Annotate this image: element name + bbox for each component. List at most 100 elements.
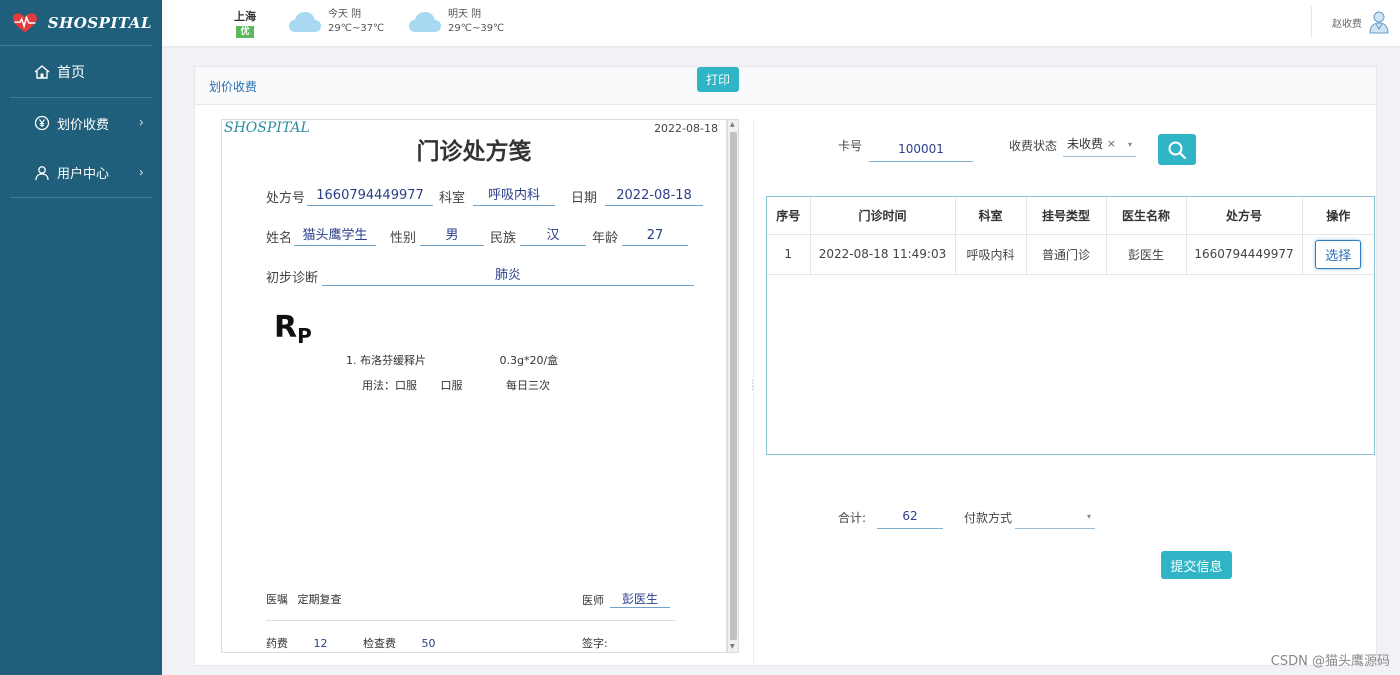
prescription-paper: SHOSPITAL 2022-08-18 门诊处方笺 处方号 166079444… [221,119,727,653]
col-doctor: 医生名称 [1106,197,1187,235]
logo[interactable]: SHOSPITAL [0,0,152,46]
prescription-scrollbar[interactable]: ▲ ▼ [727,119,739,653]
search-button[interactable] [1158,134,1196,165]
sidebar-item-user-center[interactable]: 用户中心 › [10,148,152,198]
top-header: 上海 优 今天 阴 29℃~37℃ 明天 阴 29℃~39℃ 赵收费 [162,0,1400,46]
sidebar-item-label: 首页 [57,64,85,81]
col-visit-time: 门诊时间 [810,197,956,235]
advice-value: 定期复查 [297,593,342,606]
rp-symbol: RP [274,310,312,348]
footer-divider [266,620,676,621]
user-name: 赵收费 [1332,18,1362,30]
chevron-down-icon: ▾ [1127,140,1132,149]
weather-today: 今天 阴 29℃~37℃ [288,8,384,36]
cell-dept: 呼吸内科 [955,234,1027,275]
status-select[interactable]: 未收费 × ▾ [1063,133,1136,157]
col-reg-type: 挂号类型 [1026,197,1107,235]
rx-no-label: 处方号 [266,191,306,206]
col-no: 序号 [767,197,811,235]
total-label: 合计: [838,511,867,525]
today-temp: 29℃~37℃ [328,23,385,34]
scroll-up-icon[interactable]: ▲ [730,121,735,129]
scroll-thumb[interactable] [730,132,737,640]
tomorrow-temp: 29℃~39℃ [448,23,505,34]
select-button[interactable]: 选择 [1315,239,1362,269]
yen-circle-icon [34,115,50,131]
billing-panel: 划价收费 打印 SHOSPITAL 2022-08-18 门诊处方笺 处方号 1… [194,66,1377,666]
status-value: 未收费 [1067,137,1104,151]
submit-button[interactable]: 提交信息 [1161,551,1232,579]
user-icon [35,165,49,180]
doctor-label: 医师 [582,594,604,607]
table-header-row: 序号 门诊时间 科室 挂号类型 医生名称 处方号 操作 [767,197,1374,235]
cell-action: 选择 [1302,234,1374,275]
cell-visit-time: 2022-08-18 11:49:03 [810,234,956,275]
aqi-badge: 优 [236,26,254,38]
usage-line: 用法：口服 口服 每日三次 [362,377,550,393]
search-icon [1168,141,1187,159]
advice-row: 医嘱 定期复查 [266,591,342,607]
user-menu[interactable]: 赵收费 [1311,6,1400,38]
signature-row: 签字: [582,635,608,651]
panel-header: 划价收费 打印 [195,67,1376,105]
drag-handle-icon[interactable]: ⋮ ⋮ [748,380,757,407]
cell-reg-type: 普通门诊 [1026,234,1107,275]
prescription-row-3: 初步诊断 肺炎 [266,266,700,286]
doctor-value: 彭医生 [610,590,670,608]
gender-value: 男 [420,226,485,246]
col-dept: 科室 [955,197,1027,235]
card-label: 卡号 [838,139,863,153]
cloud-icon [409,12,441,32]
card-input[interactable]: 100001 [869,138,973,162]
date-label: 日期 [571,191,598,206]
exam-fee-label: 检查费 [363,637,396,650]
prescription-viewer: SHOSPITAL 2022-08-18 门诊处方笺 处方号 166079444… [221,119,741,653]
sidebar-item-billing[interactable]: 划价收费 › [10,98,152,148]
exam-fee-row: 检查费 50 [363,635,436,651]
sidebar-item-label: 用户中心 [57,167,110,182]
scroll-down-icon[interactable]: ▼ [730,643,735,651]
dept-value: 呼吸内科 [473,186,556,206]
usage-label: 用法：口服 [362,379,417,392]
pay-method-select[interactable]: ▾ [1015,505,1095,529]
doctor-avatar-icon [1369,11,1389,34]
table-row[interactable]: 1 2022-08-18 11:49:03 呼吸内科 普通门诊 彭医生 1660… [767,234,1374,275]
weather-tomorrow: 明天 阴 29℃~39℃ [408,8,504,36]
advice-label: 医嘱 [266,593,288,606]
name-value: 猫头鹰学生 [294,226,377,246]
chevron-down-icon: ▾ [1086,512,1091,521]
tomorrow-condition: 明天 阴 [448,9,482,20]
sidebar: SHOSPITAL 首页 划价收费 › 用户中心 › [0,0,162,675]
rp-main: R [274,310,298,345]
status-label: 收费状态 [1009,139,1058,153]
medicine-spec: 0.3g*20/盒 [499,354,559,367]
clear-icon[interactable]: × [1107,133,1116,155]
diagnosis-value: 肺炎 [322,266,695,286]
diagnosis-label: 初步诊断 [266,271,319,286]
print-button[interactable]: 打印 [697,67,739,92]
sidebar-item-home[interactable]: 首页 [10,46,152,98]
cell-doctor: 彭医生 [1106,234,1187,275]
drug-fee-value: 12 [313,637,328,650]
prescription-row-2: 姓名 猫头鹰学生 性别 男 民族 汉 年龄 27 [266,226,694,246]
gender-label: 性别 [390,231,417,246]
ethnicity-value: 汉 [520,226,587,246]
weather-city: 上海 优 [234,8,256,38]
chevron-right-icon: › [138,115,144,131]
rx-no-value: 1660794449977 [307,186,434,206]
ethnicity-label: 民族 [490,231,517,246]
today-condition: 今天 阴 [328,9,362,20]
usage-frequency: 每日三次 [506,379,550,392]
chevron-right-icon: › [138,165,144,180]
usage-route: 口服 [440,379,463,392]
rp-sub: P [297,324,312,348]
total-value: 62 [877,505,943,529]
signature-label: 签字: [582,637,608,650]
cell-rx-no: 1660794449977 [1186,234,1303,275]
exam-fee-value: 50 [421,637,436,650]
col-rx-no: 处方号 [1186,197,1303,235]
drug-fee-label: 药费 [266,637,288,650]
medicine-name: 1. 布洛芬缓释片 [346,354,426,367]
name-label: 姓名 [266,231,293,246]
col-action: 操作 [1302,197,1374,235]
